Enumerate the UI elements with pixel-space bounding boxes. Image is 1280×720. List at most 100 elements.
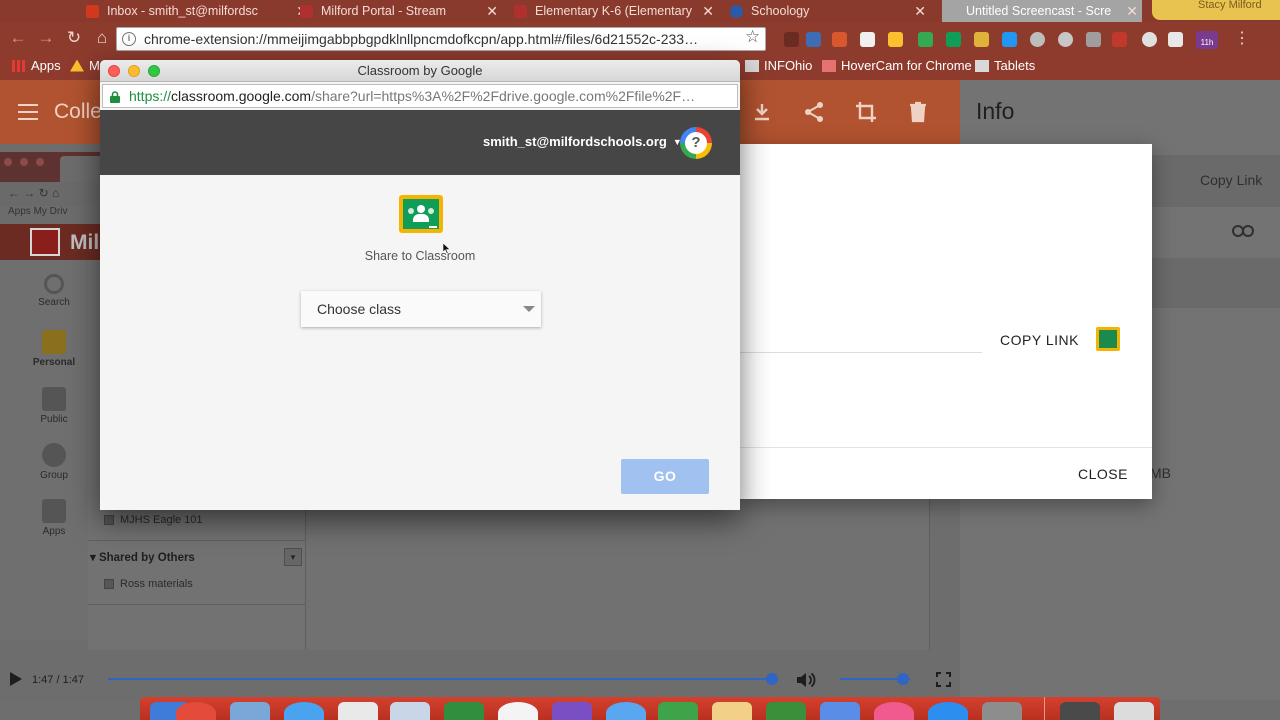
fullscreen-icon[interactable] bbox=[936, 672, 951, 687]
drive-icon bbox=[70, 59, 84, 72]
tab-screencast[interactable]: Untitled Screencast - Scre ✕ bbox=[942, 0, 1142, 22]
tab-schoology[interactable]: Schoology ✕ bbox=[730, 0, 926, 22]
app-store-icon[interactable] bbox=[928, 702, 968, 720]
drive-icon[interactable] bbox=[888, 32, 903, 47]
milford-logo bbox=[30, 228, 60, 256]
dock-divider bbox=[1044, 697, 1045, 720]
extension-icon[interactable] bbox=[1168, 32, 1183, 47]
copy-link-button[interactable]: COPY LINK bbox=[1000, 332, 1079, 348]
copy-link-button[interactable]: Copy Link bbox=[1200, 172, 1262, 188]
home-icon[interactable]: ⌂ bbox=[92, 28, 112, 48]
help-icon[interactable]: ? bbox=[680, 127, 712, 159]
classroom-share-icon[interactable] bbox=[1096, 327, 1120, 351]
close-tab-icon[interactable]: ✕ bbox=[914, 3, 926, 20]
shared-header: ▾ Shared by Others bbox=[90, 552, 195, 564]
notes-icon[interactable] bbox=[390, 702, 430, 720]
popup-title: Classroom by Google bbox=[357, 63, 483, 78]
hamburger-menu-icon[interactable] bbox=[18, 104, 38, 120]
info-icon[interactable]: i bbox=[122, 32, 136, 46]
extension-badge-icon[interactable]: 11h bbox=[1196, 31, 1218, 49]
extension-icon[interactable] bbox=[860, 32, 875, 47]
divider bbox=[88, 540, 306, 541]
menu-dots-icon[interactable]: ⋮ bbox=[1234, 28, 1250, 48]
messages-icon[interactable] bbox=[606, 702, 646, 720]
bookmark-drive[interactable]: M bbox=[70, 58, 100, 73]
portal-icon bbox=[300, 4, 313, 18]
choose-class-select[interactable]: Choose class bbox=[301, 291, 541, 327]
dropdown-arrow-icon bbox=[523, 306, 535, 312]
tab-milford-portal[interactable]: Milford Portal - Stream ✕ bbox=[300, 0, 498, 22]
info-title: Info bbox=[976, 98, 1015, 124]
forward-icon[interactable]: → bbox=[36, 28, 56, 48]
crop-icon[interactable] bbox=[854, 100, 878, 124]
system-preferences-icon[interactable] bbox=[982, 702, 1022, 720]
camtasia-icon[interactable] bbox=[444, 702, 484, 720]
downloads-icon[interactable] bbox=[1060, 702, 1100, 720]
close-tab-icon[interactable]: ✕ bbox=[486, 3, 498, 20]
extension-icon[interactable] bbox=[1058, 32, 1073, 47]
close-tab-icon[interactable]: ✕ bbox=[702, 3, 714, 20]
apps-icon bbox=[42, 499, 66, 523]
shared-dropdown-icon: ▾ bbox=[284, 548, 302, 566]
bookmark-apps[interactable]: Apps bbox=[12, 58, 61, 73]
folder-icon bbox=[104, 515, 114, 525]
itunes-icon[interactable] bbox=[874, 702, 914, 720]
bookmark-hovercam[interactable]: HoverCam for Chrome bbox=[822, 58, 972, 73]
tree-item: MJHS Eagle 101 bbox=[104, 514, 203, 526]
inner-nav-icons: ← → ↻ ⌂ bbox=[8, 186, 60, 200]
tree-item: Ross materials bbox=[104, 578, 193, 590]
volume-handle[interactable] bbox=[897, 673, 909, 685]
folder-icon bbox=[745, 59, 759, 72]
extension-icon[interactable] bbox=[974, 32, 989, 47]
bookmark-infohio[interactable]: INFOhio bbox=[745, 58, 812, 73]
delete-icon[interactable] bbox=[906, 100, 930, 124]
safari-icon[interactable] bbox=[284, 702, 324, 720]
tab-elementary[interactable]: Elementary K-6 (Elementary ✕ bbox=[514, 0, 714, 22]
group-icon bbox=[42, 443, 66, 467]
facetime-icon[interactable] bbox=[658, 702, 698, 720]
classroom-icon[interactable] bbox=[946, 32, 961, 47]
extension-icon[interactable] bbox=[1112, 32, 1127, 47]
bookmark-tablets[interactable]: Tablets bbox=[975, 58, 1035, 73]
go-button[interactable]: GO bbox=[621, 459, 709, 494]
reload-icon[interactable]: ↻ bbox=[64, 28, 84, 48]
play-icon[interactable] bbox=[10, 672, 22, 686]
address-bar[interactable]: chrome-extension://mmeijimgabbpbgpdklnll… bbox=[116, 27, 766, 51]
inner-traffic-light bbox=[20, 158, 28, 166]
close-tab-icon[interactable]: ✕ bbox=[1126, 3, 1138, 20]
share-link-field[interactable] bbox=[740, 352, 982, 353]
calendar-icon[interactable] bbox=[338, 702, 378, 720]
chrome-icon[interactable] bbox=[176, 702, 216, 720]
extension-icon[interactable] bbox=[784, 32, 799, 47]
pages-icon[interactable] bbox=[712, 702, 752, 720]
progress-bar[interactable] bbox=[108, 678, 772, 680]
volume-icon[interactable] bbox=[795, 670, 817, 690]
extension-icon[interactable] bbox=[806, 32, 821, 47]
extension-icon[interactable] bbox=[1002, 32, 1017, 47]
personal-icon bbox=[42, 330, 66, 354]
link-icon[interactable] bbox=[1232, 222, 1254, 243]
tab-inbox[interactable]: Inbox - smith_st@milfordsc ✕ bbox=[86, 0, 308, 22]
extension-icon[interactable] bbox=[1030, 32, 1045, 47]
divider bbox=[88, 604, 306, 605]
extension-icon[interactable] bbox=[1086, 32, 1101, 47]
preview-icon[interactable] bbox=[230, 702, 270, 720]
progress-handle[interactable] bbox=[766, 673, 778, 685]
keynote-icon[interactable] bbox=[820, 702, 860, 720]
drive-icon[interactable] bbox=[918, 32, 933, 47]
extension-icon[interactable] bbox=[1142, 32, 1157, 47]
apps-grid-icon bbox=[12, 59, 26, 72]
photos-icon[interactable] bbox=[498, 702, 538, 720]
back-icon[interactable]: ← bbox=[8, 28, 28, 48]
imovie-icon[interactable] bbox=[552, 702, 592, 720]
inner-brand: Mil bbox=[70, 231, 100, 254]
close-button[interactable]: CLOSE bbox=[1078, 466, 1128, 482]
download-icon[interactable] bbox=[750, 100, 774, 124]
trash-icon[interactable] bbox=[1114, 702, 1154, 720]
extension-icon[interactable] bbox=[832, 32, 847, 47]
bookmark-star-icon[interactable]: ☆ bbox=[745, 27, 760, 47]
profile-button[interactable]: Stacy Milford bbox=[1152, 0, 1280, 20]
share-icon[interactable] bbox=[802, 100, 826, 124]
numbers-icon[interactable] bbox=[766, 702, 806, 720]
account-switcher[interactable]: smith_st@milfordschools.org ▼ bbox=[483, 134, 682, 149]
